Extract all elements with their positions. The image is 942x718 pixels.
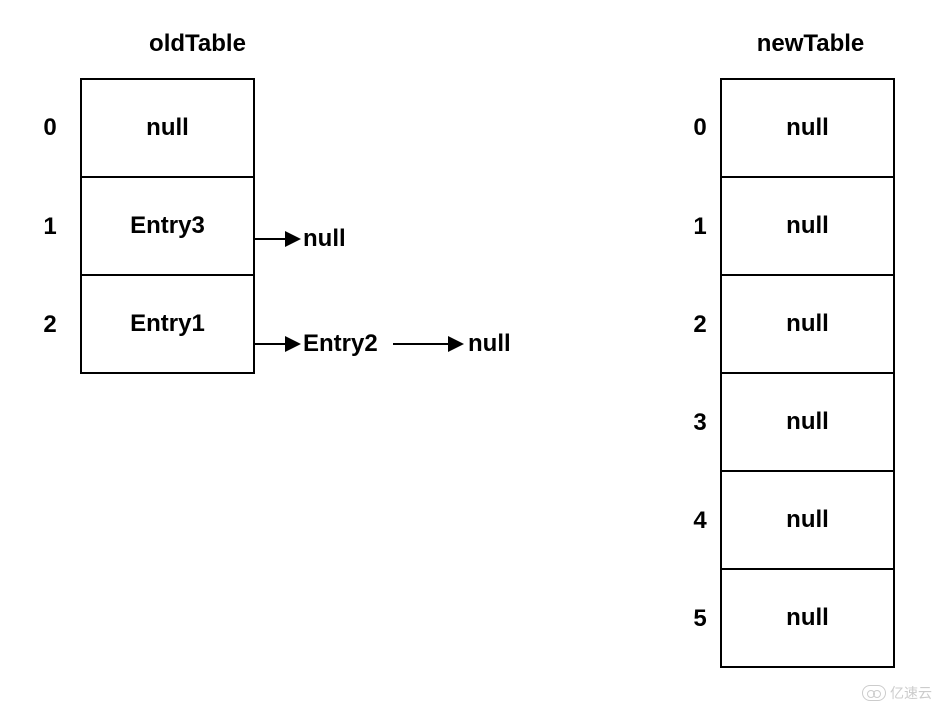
arrow-head-icon [448,336,464,352]
table-row: 4 null [680,472,933,570]
table-row: 0 null [680,78,933,178]
chain-node: null [303,225,346,253]
watermark-text: 亿速云 [890,683,932,703]
arrow-line [393,343,448,345]
new-table-title: newTable [688,30,933,58]
old-table-title: oldTable [80,30,315,58]
row-index: 4 [680,507,720,535]
table-row: 1 null [680,178,933,276]
cell-value: null [720,78,895,178]
table-row: 2 null [680,276,933,374]
table-row: 5 null [680,570,933,668]
row-index: 3 [680,409,720,437]
old-table-group: oldTable 0 null 1 Entry3 2 Entry1 [20,30,315,374]
watermark: 亿速云 [862,683,932,703]
cell-value: Entry3 [80,176,255,276]
row-index: 0 [680,114,720,142]
arrow-head-icon [285,231,301,247]
row-index: 5 [680,605,720,633]
cloud-icon [862,685,886,701]
row-index: 2 [20,311,80,339]
cell-value: null [720,176,895,276]
cell-value: Entry1 [80,274,255,374]
cell-value: null [720,274,895,374]
table-row: 3 null [680,374,933,472]
arrow-line [255,343,285,345]
row-index: 0 [20,114,80,142]
row-index: 2 [680,311,720,339]
cell-value: null [80,78,255,178]
cell-value: null [720,372,895,472]
new-table-group: newTable 0 null 1 null 2 null 3 null 4 n… [680,30,933,668]
arrow-line [255,238,285,240]
row-index: 1 [20,213,80,241]
cell-value: null [720,568,895,668]
cell-value: null [720,470,895,570]
chain-node: null [468,330,511,358]
row-index: 1 [680,213,720,241]
table-row: 2 Entry1 [20,276,315,374]
table-row: 0 null [20,78,315,178]
chain-node: Entry2 [303,330,378,358]
arrow-head-icon [285,336,301,352]
table-row: 1 Entry3 [20,178,315,276]
